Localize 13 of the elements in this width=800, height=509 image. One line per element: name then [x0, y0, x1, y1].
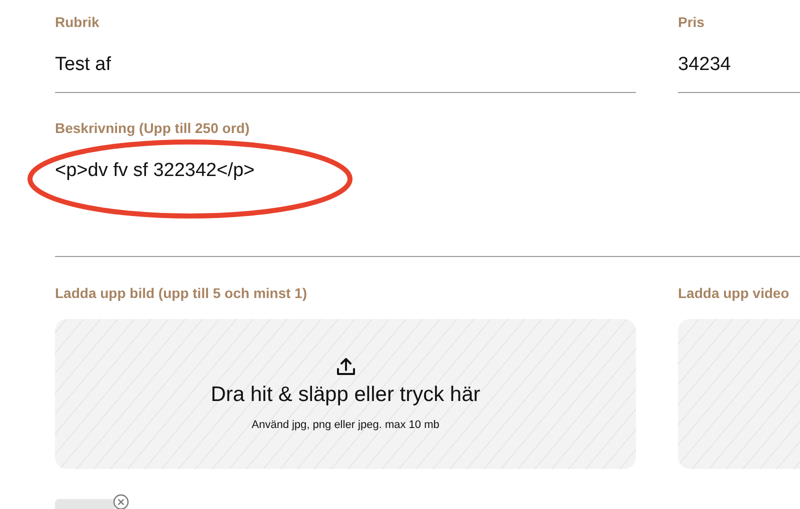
upload-label: Ladda upp video [678, 284, 790, 302]
input-field[interactable]: Test af [55, 53, 636, 77]
upload-dropzone[interactable]: Dra hit & släpp eller tryck här Använd jpg, png eller jpeg. max 10 mb [55, 319, 636, 469]
field-label: Beskrivning (Upp till 250 ord) [55, 119, 250, 137]
upload-icon [336, 357, 356, 377]
dropzone-prompt: Dra hit & släpp eller tryck här [210, 383, 480, 407]
upload-label: Ladda upp bild (upp till 5 och minst 1) [55, 284, 308, 302]
remove-icon[interactable] [113, 494, 129, 509]
field-label: Rubrik [55, 13, 100, 31]
dropzone-hint: Använd jpg, png eller jpeg. max 10 mb [252, 419, 440, 431]
input-field[interactable]: 34234 [678, 53, 800, 77]
field-label: Pris [678, 13, 704, 31]
input-field[interactable]: <p>dv fv sf 322342</p> [55, 159, 800, 183]
